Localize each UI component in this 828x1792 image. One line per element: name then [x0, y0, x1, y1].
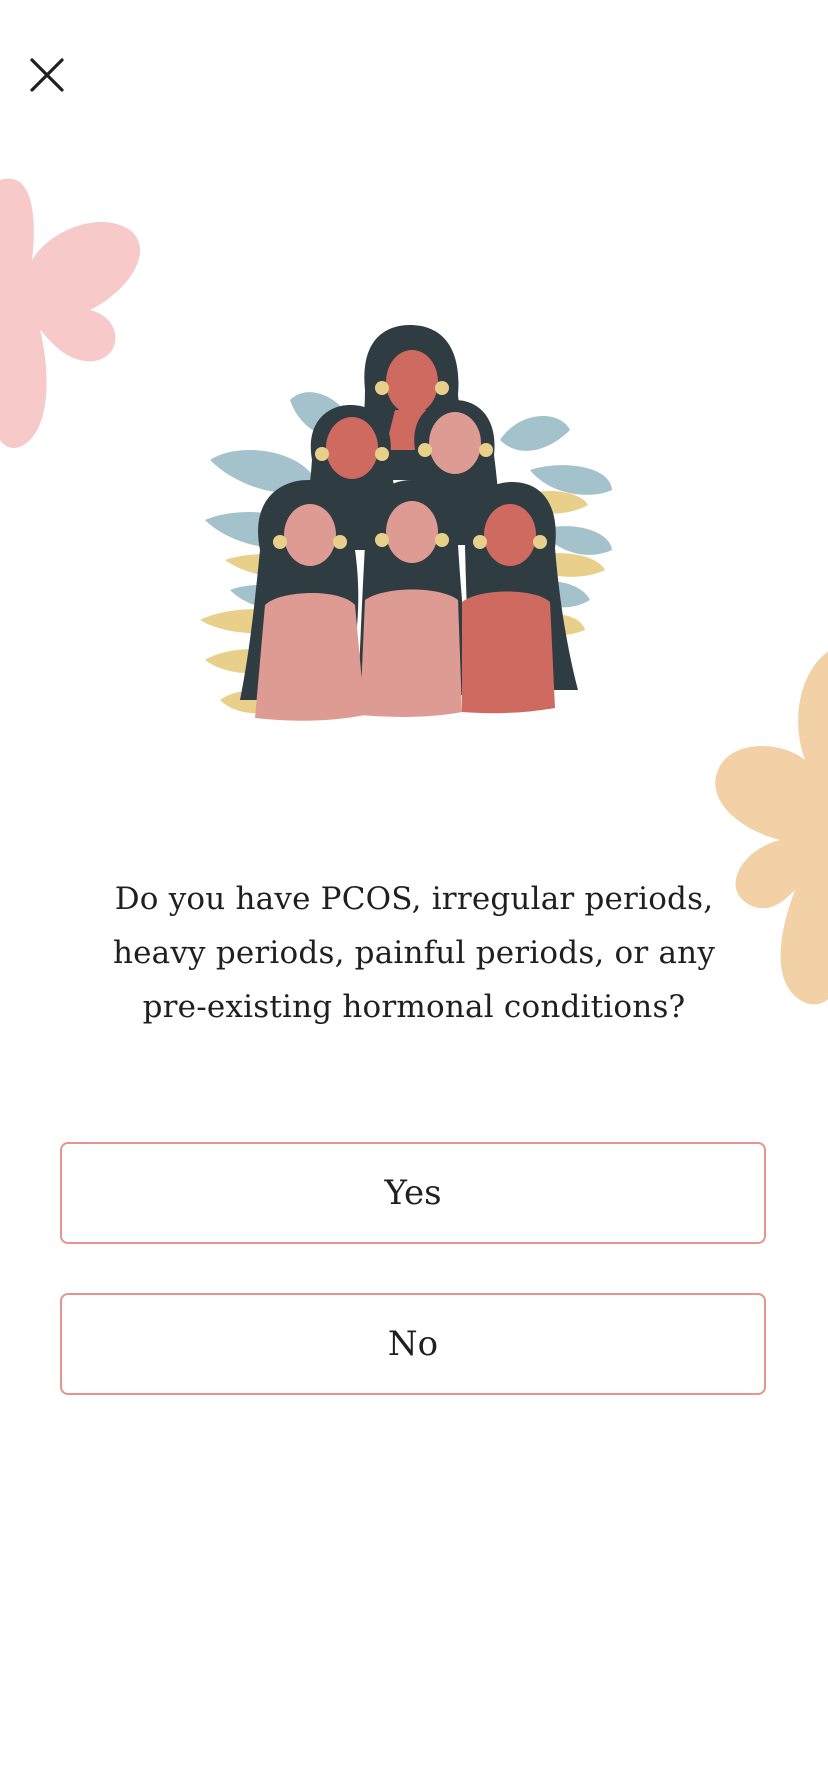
no-button[interactable]: No — [60, 1293, 766, 1395]
close-button[interactable] — [22, 50, 70, 98]
yes-button-label: Yes — [384, 1173, 442, 1213]
question-text: Do you have PCOS, irregular periods, hea… — [112, 881, 716, 1025]
close-icon — [30, 58, 64, 92]
no-button-label: No — [387, 1324, 439, 1364]
women-group-illustration — [200, 325, 612, 721]
yes-button[interactable]: Yes — [60, 1142, 766, 1244]
decorative-pink-blob — [0, 178, 140, 449]
